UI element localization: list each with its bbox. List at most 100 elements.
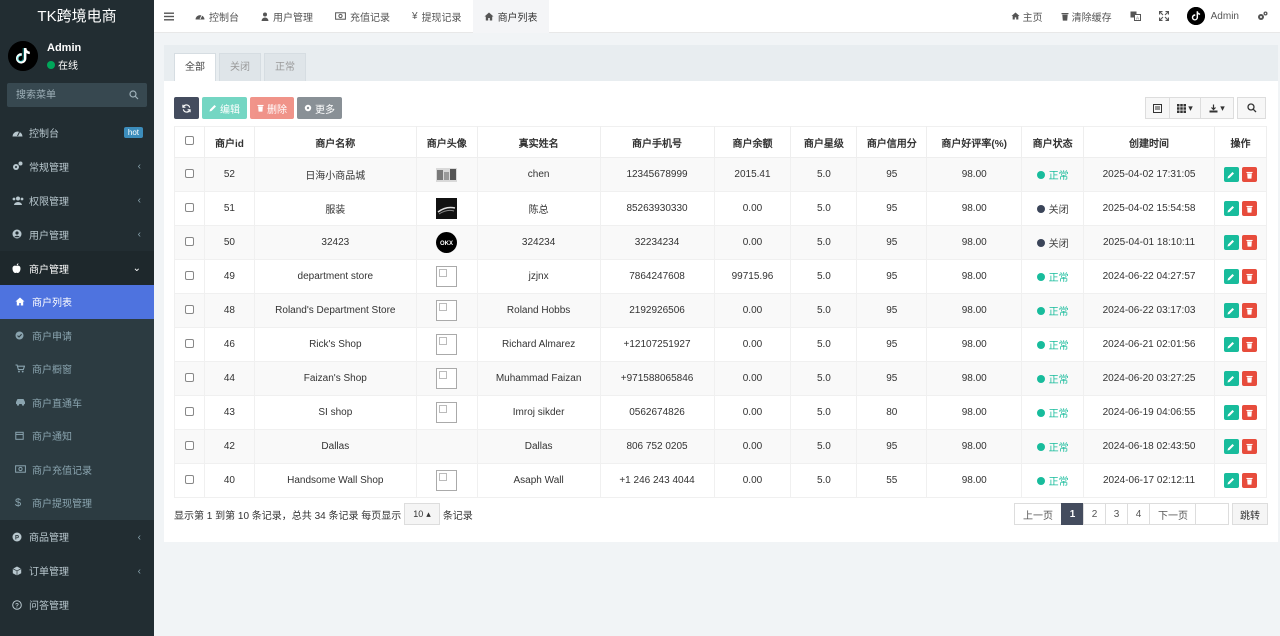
page-1-button[interactable]: 1 (1061, 503, 1084, 525)
page-2-button[interactable]: 2 (1083, 503, 1106, 525)
tab-recharge[interactable]: 充值记录 (324, 0, 401, 33)
table-row[interactable]: 42 Dallas Dallas 806 752 0205 0.00 5.0 95 98.00… (174, 429, 1268, 464)
tab-users[interactable]: 用户管理 (250, 0, 324, 33)
row-edit-button[interactable] (1223, 201, 1239, 216)
tab-all[interactable]: 全部 (174, 53, 216, 81)
column-header[interactable]: 商户名称 (253, 126, 417, 158)
jump-page-input[interactable] (1195, 503, 1229, 525)
sidebar-item-merchant-notice[interactable]: 商户通知 (0, 419, 154, 453)
table-row[interactable]: 49 department store jzjnx 7864247608 99715.9… (174, 259, 1268, 294)
column-header[interactable]: 商户状态 (1021, 126, 1085, 158)
row-checkbox[interactable] (184, 474, 194, 484)
row-edit-button[interactable] (1223, 371, 1239, 386)
admin-menu[interactable]: Admin (1178, 7, 1248, 25)
edit-button[interactable]: 编辑 (202, 97, 247, 119)
row-edit-button[interactable] (1223, 269, 1239, 284)
export-button[interactable]: ▾ (1201, 97, 1234, 119)
sidebar-item-merchant-apply[interactable]: 商户申请 (0, 319, 154, 353)
row-checkbox[interactable] (184, 372, 194, 382)
home-link[interactable]: 主页 (1002, 9, 1052, 24)
table-row[interactable]: 46 Rick's Shop Richard Almarez +12107251927… (174, 327, 1268, 362)
sidebar-item-merchant-withdraw[interactable]: $ 商户提现管理 (0, 486, 154, 520)
table-row[interactable]: 48 Roland's Department Store Roland Hobbs 2… (174, 293, 1268, 328)
row-edit-button[interactable] (1223, 405, 1239, 420)
search-input[interactable] (7, 83, 147, 107)
sidebar-item-products[interactable]: P 商品管理 ‹ (0, 520, 154, 554)
column-header[interactable]: 商户好评率(%) (926, 126, 1023, 158)
row-checkbox[interactable] (184, 236, 194, 246)
row-checkbox[interactable] (184, 406, 194, 416)
column-header[interactable]: 商户余额 (713, 126, 792, 158)
row-edit-button[interactable] (1223, 473, 1239, 488)
tab-withdraw[interactable]: ¥ 提现记录 (401, 0, 473, 33)
column-header[interactable]: 真实姓名 (476, 126, 601, 158)
clear-cache-button[interactable]: 清除缓存 (1052, 9, 1121, 24)
sidebar-item-general[interactable]: 常规管理 ‹ (0, 149, 154, 183)
column-header[interactable]: 商户手机号 (599, 126, 715, 158)
search-toggle-button[interactable] (1237, 97, 1266, 119)
fullscreen-button[interactable] (1150, 11, 1178, 21)
translate-button[interactable]: A (1121, 11, 1150, 21)
column-header[interactable]: 创建时间 (1083, 126, 1215, 158)
sidebar-item-qa[interactable]: ? 问答管理 (0, 588, 154, 622)
settings-button[interactable] (1248, 11, 1280, 21)
row-edit-button[interactable] (1223, 235, 1239, 250)
row-edit-button[interactable] (1223, 303, 1239, 318)
row-checkbox[interactable] (184, 338, 194, 348)
row-edit-button[interactable] (1223, 337, 1239, 352)
column-header[interactable]: 商户头像 (415, 126, 478, 158)
row-checkbox[interactable] (184, 202, 194, 212)
row-checkbox[interactable] (184, 304, 194, 314)
columns-toggle-button[interactable]: ▾ (1170, 97, 1201, 119)
sidebar-item-orders[interactable]: 订单管理 ‹ (0, 554, 154, 588)
row-delete-button[interactable] (1241, 167, 1257, 182)
row-delete-button[interactable] (1241, 269, 1257, 284)
row-delete-button[interactable] (1241, 201, 1257, 216)
sidebar-item-merchant-showcase[interactable]: 商户橱窗 (0, 352, 154, 386)
row-edit-button[interactable] (1223, 167, 1239, 182)
tab-merchant-list[interactable]: 商户列表 (472, 0, 549, 33)
tab-normal[interactable]: 正常 (264, 53, 306, 81)
more-button[interactable]: 更多 (297, 97, 342, 119)
sidebar-toggle[interactable] (154, 12, 184, 21)
column-header[interactable]: 商户星级 (790, 126, 858, 158)
page-size-select[interactable]: 10 ▴ (404, 503, 440, 525)
sidebar-item-merchant-express[interactable]: 商户直通车 (0, 386, 154, 420)
table-row[interactable]: 51 服装 陈总 85263930330 0.00 5.0 95 98.00 关闭 2025-04… (174, 191, 1268, 226)
column-header[interactable]: 商户信用分 (856, 126, 928, 158)
sidebar-item-merchants[interactable]: 商户管理 ⌄ (0, 251, 154, 285)
table-row[interactable]: 40 Handsome Wall Shop Asaph Wall +1 246 243… (174, 463, 1268, 498)
table-row[interactable]: 50 32423 OKX 324234 32234234 0.00 5.0 95 98.00 关闭… (174, 225, 1268, 260)
prev-page-button[interactable]: 上一页 (1014, 503, 1062, 525)
sidebar-item-dashboard[interactable]: 控制台 hot (0, 115, 154, 149)
jump-button[interactable]: 跳转 (1232, 503, 1268, 525)
row-delete-button[interactable] (1241, 235, 1257, 250)
row-delete-button[interactable] (1241, 405, 1257, 420)
select-all-checkbox[interactable] (184, 136, 194, 145)
sidebar-item-merchant-list[interactable]: 商户列表 (0, 285, 154, 319)
row-checkbox[interactable] (184, 270, 194, 280)
next-page-button[interactable]: 下一页 (1149, 503, 1197, 525)
delete-button[interactable]: 删除 (250, 97, 294, 119)
row-checkbox[interactable] (184, 440, 194, 450)
sidebar-item-users[interactable]: 用户管理 ‹ (0, 217, 154, 251)
row-delete-button[interactable] (1241, 337, 1257, 352)
page-3-button[interactable]: 3 (1105, 503, 1128, 525)
sidebar-item-permissions[interactable]: 权限管理 ‹ (0, 183, 154, 217)
row-checkbox[interactable] (184, 168, 194, 178)
table-row[interactable]: 43 SI shop Imroj sikder 0562674826 0.00 5.0 80… (174, 395, 1268, 430)
tab-dashboard[interactable]: 控制台 (184, 0, 250, 33)
row-delete-button[interactable] (1241, 473, 1257, 488)
column-header[interactable]: 商户id (203, 126, 255, 158)
row-delete-button[interactable] (1241, 303, 1257, 318)
refresh-button[interactable] (174, 97, 199, 119)
tab-closed[interactable]: 关闭 (219, 53, 261, 81)
row-delete-button[interactable] (1241, 439, 1257, 454)
row-edit-button[interactable] (1223, 439, 1239, 454)
table-row[interactable]: 52 日海小商品城 chen 12345678999 2015.41 5.0 95 98.00… (174, 157, 1268, 192)
brand-logo[interactable]: TK跨境电商 (0, 0, 154, 33)
row-delete-button[interactable] (1241, 371, 1257, 386)
table-row[interactable]: 44 Faizan's Shop Muhammad Faizan +971588065… (174, 361, 1268, 396)
page-4-button[interactable]: 4 (1127, 503, 1150, 525)
toggle-view-button[interactable] (1145, 97, 1170, 119)
